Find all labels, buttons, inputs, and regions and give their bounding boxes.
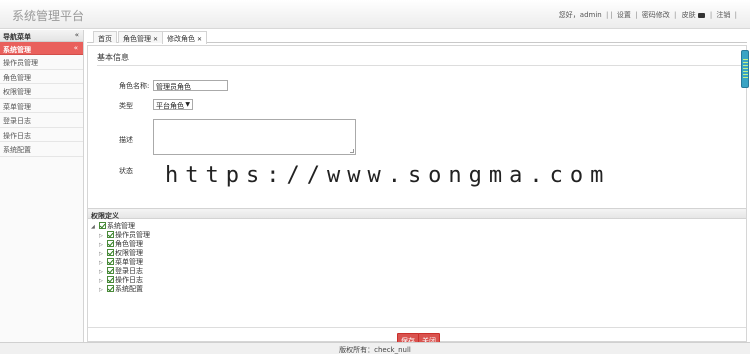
tab-label: 角色管理: [123, 35, 151, 43]
divider: [97, 65, 742, 66]
tree-node-roles[interactable]: ▷ 角色管理: [99, 239, 143, 248]
checkbox[interactable]: [107, 276, 114, 283]
resize-handle[interactable]: [350, 149, 354, 153]
tree-node-label: 操作员管理: [115, 231, 150, 239]
header-bar: 系统管理平台 您好，admin | | 设置 | 密码修改 | 皮肤 | 注销 |: [0, 0, 750, 29]
checkbox[interactable]: [107, 285, 114, 292]
checkbox[interactable]: [107, 267, 114, 274]
permissions-header: 权限定义: [88, 208, 746, 220]
sidebar-title: 导航菜单: [3, 33, 31, 41]
tree-node-config[interactable]: ▷ 系统配置: [99, 284, 143, 293]
close-icon[interactable]: ✕: [153, 36, 158, 43]
sidebar-item-login-log[interactable]: 登录日志: [0, 113, 83, 128]
checkbox[interactable]: [107, 258, 114, 265]
sidebar-item-permissions[interactable]: 权限管理: [0, 84, 83, 99]
tab-role-management[interactable]: 角色管理 ✕: [118, 31, 164, 43]
tree-node-label: 登录日志: [115, 267, 143, 275]
checkbox[interactable]: [107, 249, 114, 256]
separator: |: [673, 11, 677, 19]
type-select[interactable]: 平台角色 ▼: [153, 99, 193, 110]
tree-node-label: 操作日志: [115, 276, 143, 284]
sidebar-item-roles[interactable]: 角色管理: [0, 70, 83, 84]
logout-link[interactable]: 注销: [716, 11, 730, 19]
welcome-text: 您好，admin: [558, 11, 602, 19]
sidebar-item-operators[interactable]: 操作员管理: [0, 55, 83, 70]
type-select-value: 平台角色: [156, 102, 184, 110]
tree-node-label: 菜单管理: [115, 258, 143, 266]
tab-label: 修改角色: [167, 35, 195, 43]
description-textarea[interactable]: [153, 119, 356, 155]
tree-node-login-log[interactable]: ▷ 登录日志: [99, 266, 143, 275]
divider: [88, 327, 746, 328]
edit-role-panel: 基本信息 角色名称: 管理员角色 类型 平台角色 ▼ 描述 状态 权限定义 ◢ 系…: [87, 45, 747, 345]
sidebar-item-config[interactable]: 系统配置: [0, 142, 83, 157]
separator: |: [635, 11, 638, 19]
footer-bar: 版权所有：check_null: [0, 342, 750, 354]
shirt-icon: [697, 12, 705, 18]
description-label: 描述: [119, 136, 133, 144]
sidebar-header: 导航菜单 «: [0, 30, 83, 42]
tree-node-operation-log[interactable]: ▷ 操作日志: [99, 275, 143, 284]
copyright-text: 版权所有：check_null: [339, 346, 411, 354]
role-name-label: 角色名称:: [119, 82, 150, 90]
tree-node-permissions[interactable]: ▷ 权限管理: [99, 248, 143, 257]
tree-node-root[interactable]: ◢ 系统管理: [91, 221, 135, 230]
section-title: 基本信息: [97, 53, 129, 62]
status-label: 状态: [119, 167, 133, 175]
app-title: 系统管理平台: [12, 9, 85, 23]
role-name-field[interactable]: 管理员角色: [153, 80, 228, 91]
separator: |: [709, 11, 713, 19]
checkbox[interactable]: [107, 231, 114, 238]
tree-node-menus[interactable]: ▷ 菜单管理: [99, 257, 143, 266]
tab-home[interactable]: 首页: [93, 31, 117, 43]
grip-icon: [743, 59, 748, 79]
sidebar-group-system[interactable]: 系统管理 «: [0, 42, 83, 55]
tab-label: 首页: [98, 35, 112, 43]
tree-node-label: 权限管理: [115, 249, 143, 257]
tree-node-operators[interactable]: ▷ 操作员管理: [99, 230, 150, 239]
sidebar-item-menus[interactable]: 菜单管理: [0, 99, 83, 113]
tree-node-label: 系统管理: [107, 222, 135, 230]
triangle-icon[interactable]: ▷: [99, 287, 107, 293]
checkbox[interactable]: [99, 222, 106, 229]
side-panel-handle[interactable]: [741, 50, 749, 88]
tree-node-label: 系统配置: [115, 285, 143, 293]
tab-bar: 首页 角色管理 ✕ 修改角色 ✕: [87, 30, 747, 44]
collapse-icon[interactable]: «: [75, 31, 79, 39]
skin-label: 皮肤: [681, 11, 696, 19]
sidebar: 导航菜单 « 系统管理 « 操作员管理 角色管理 权限管理 菜单管理 登录日志 …: [0, 30, 84, 342]
chevron-icon: «: [73, 44, 78, 52]
settings-link[interactable]: 设置: [617, 11, 631, 19]
sidebar-group-label: 系统管理: [3, 46, 31, 54]
type-label: 类型: [119, 102, 133, 110]
triangle-icon[interactable]: ◢: [91, 224, 99, 230]
tree-node-label: 角色管理: [115, 240, 143, 248]
separator: |: [605, 11, 609, 19]
chevron-down-icon: ▼: [185, 101, 190, 108]
top-links: 您好，admin | | 设置 | 密码修改 | 皮肤 | 注销 |: [558, 10, 738, 20]
separator: |: [610, 11, 613, 19]
checkbox[interactable]: [107, 240, 114, 247]
separator: |: [734, 11, 737, 19]
tab-edit-role[interactable]: 修改角色 ✕: [162, 31, 208, 44]
watermark-text: https://www.songma.com: [165, 163, 611, 188]
skin-link[interactable]: 皮肤: [681, 11, 706, 19]
close-icon[interactable]: ✕: [197, 36, 202, 43]
change-password-link[interactable]: 密码修改: [642, 11, 670, 19]
sidebar-item-operation-log[interactable]: 操作日志: [0, 128, 83, 142]
